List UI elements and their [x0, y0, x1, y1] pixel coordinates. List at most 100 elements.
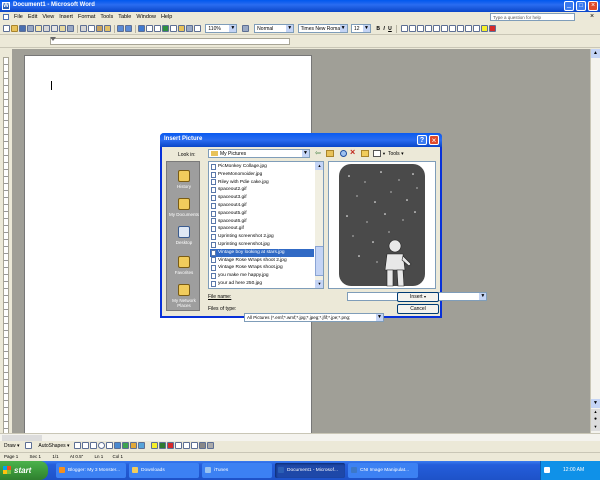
email-icon[interactable]: [35, 25, 42, 32]
insert-button[interactable]: Insert ▾: [397, 292, 439, 302]
tools-menu[interactable]: Tools ▾: [388, 151, 404, 157]
numbering-icon[interactable]: [440, 25, 448, 32]
scroll-thumb[interactable]: [315, 246, 323, 276]
print-icon[interactable]: [43, 25, 50, 32]
document-map-icon[interactable]: [186, 25, 193, 32]
back-icon[interactable]: ⇦: [315, 149, 321, 157]
cut-icon[interactable]: [80, 25, 87, 32]
draw-menu[interactable]: Draw ▾: [4, 443, 20, 449]
place-history[interactable]: History: [167, 170, 201, 189]
save-icon[interactable]: [19, 25, 26, 32]
place-my-documents[interactable]: My Documents: [167, 198, 201, 217]
menu-window[interactable]: Window: [136, 12, 156, 22]
new-icon[interactable]: [3, 25, 10, 32]
underline-button[interactable]: U: [387, 26, 393, 32]
insert-dropdown-icon[interactable]: ▾: [424, 294, 426, 299]
scroll-up-icon[interactable]: ▲: [315, 162, 323, 170]
delete-icon[interactable]: ×: [350, 147, 355, 157]
line-color-icon[interactable]: [159, 442, 167, 450]
file-list-item[interactable]: Uprinting screenshot.jpg: [210, 241, 314, 249]
show-hide-icon[interactable]: [194, 25, 201, 32]
font-color-icon[interactable]: [488, 25, 496, 32]
scroll-up-icon[interactable]: ▲: [591, 49, 600, 58]
file-list-item[interactable]: spaceout5.gif: [210, 210, 314, 218]
menu-edit[interactable]: Edit: [28, 12, 37, 22]
italic-button[interactable]: I: [382, 26, 385, 32]
zoom-combo[interactable]: 110% ▼: [205, 24, 238, 33]
line-spacing-icon[interactable]: [432, 25, 440, 32]
taskbar-item[interactable]: iTunes: [202, 463, 272, 478]
place-favorites[interactable]: Favorites: [167, 256, 201, 275]
highlight-icon[interactable]: [480, 25, 488, 32]
help-question-input[interactable]: Type a question for help: [490, 13, 575, 21]
menu-view[interactable]: View: [42, 12, 54, 22]
undo-icon[interactable]: [117, 25, 124, 32]
line-style-icon[interactable]: [175, 442, 183, 450]
insert-excel-icon[interactable]: [162, 25, 169, 32]
font-size-combo[interactable]: 12 ▼: [350, 24, 371, 33]
file-list-item[interactable]: Vintage boy looking at stars.jpg: [210, 248, 314, 257]
spelling-icon[interactable]: [59, 25, 66, 32]
file-list-item[interactable]: Vintage Rose Wraps shoot 2.jpg: [210, 257, 314, 265]
close-button[interactable]: ×: [588, 1, 598, 11]
new-folder-icon[interactable]: [361, 150, 369, 157]
bold-button[interactable]: B: [375, 26, 381, 32]
dialog-close-button[interactable]: ×: [429, 135, 439, 145]
minimize-button[interactable]: _: [564, 1, 574, 11]
font-color-icon[interactable]: [167, 442, 175, 450]
vertical-scrollbar[interactable]: ▲ ▼ ▲ ● ▼: [590, 49, 600, 433]
dash-style-icon[interactable]: [183, 442, 191, 450]
autoshapes-menu[interactable]: AutoShapes ▾: [38, 443, 69, 449]
columns-icon[interactable]: [170, 25, 177, 32]
insert-picture-icon[interactable]: [137, 442, 145, 450]
3d-icon[interactable]: [207, 442, 215, 450]
scroll-down-icon[interactable]: ▼: [591, 399, 600, 408]
arrow-style-icon[interactable]: [191, 442, 199, 450]
insert-table-icon[interactable]: [154, 25, 161, 32]
line-icon[interactable]: [73, 442, 81, 450]
search-web-icon[interactable]: [340, 150, 347, 157]
open-icon[interactable]: [11, 25, 18, 32]
taskbar-item[interactable]: Blogger: My 3 Monster...: [56, 463, 126, 478]
oval-icon[interactable]: [97, 442, 105, 450]
file-list-item[interactable]: spaceout.gif: [210, 225, 314, 233]
research-icon[interactable]: [67, 25, 74, 32]
taskbar-item[interactable]: Document1 - Microsof...: [275, 463, 345, 478]
lookin-combo[interactable]: My Pictures ▼: [208, 149, 310, 158]
menu-file[interactable]: File: [14, 12, 23, 22]
menu-format[interactable]: Format: [78, 12, 95, 22]
align-center-icon[interactable]: [408, 25, 416, 32]
file-list-item[interactable]: Vintage Rose Wraps shoot.jpg: [210, 264, 314, 272]
file-list-item[interactable]: spaceout4.gif: [210, 202, 314, 210]
read-icon[interactable]: [241, 25, 249, 32]
next-page-icon[interactable]: ▼: [591, 424, 600, 431]
dialog-help-button[interactable]: ?: [417, 135, 427, 145]
taskbar-item[interactable]: Downloads: [129, 463, 199, 478]
browse-object-icon[interactable]: ●: [591, 416, 600, 424]
rectangle-icon[interactable]: [89, 442, 97, 450]
textbox-icon[interactable]: [105, 442, 113, 450]
file-list-item[interactable]: Uprinting screenshot 2.jpg: [210, 233, 314, 241]
cancel-button[interactable]: Cancel: [397, 304, 439, 314]
file-list-item[interactable]: PicMonkey Collage.jpg: [210, 163, 314, 171]
tray-icon[interactable]: [544, 467, 550, 473]
file-list-item[interactable]: PreeMonomoider.jpg: [210, 171, 314, 179]
style-combo[interactable]: Normal ▼: [254, 24, 295, 33]
doc-close-icon[interactable]: ×: [590, 12, 594, 22]
tables-borders-icon[interactable]: [146, 25, 153, 32]
place-desktop[interactable]: Desktop: [167, 226, 201, 245]
paste-icon[interactable]: [96, 25, 103, 32]
fill-color-icon[interactable]: [151, 442, 159, 450]
up-folder-icon[interactable]: [326, 150, 334, 157]
align-right-icon[interactable]: [416, 25, 424, 32]
dialog-title-bar[interactable]: Insert Picture ? ×: [160, 133, 442, 147]
views-icon[interactable]: [373, 150, 381, 157]
decrease-indent-icon[interactable]: [456, 25, 464, 32]
arrow-icon[interactable]: [81, 442, 89, 450]
file-list-item[interactable]: spaceout3.gif: [210, 194, 314, 202]
drawing-icon[interactable]: [178, 25, 185, 32]
menu-tools[interactable]: Tools: [100, 12, 113, 22]
print-preview-icon[interactable]: [51, 25, 58, 32]
views-chevron-icon[interactable]: ▼: [382, 151, 386, 156]
justify-icon[interactable]: [424, 25, 432, 32]
